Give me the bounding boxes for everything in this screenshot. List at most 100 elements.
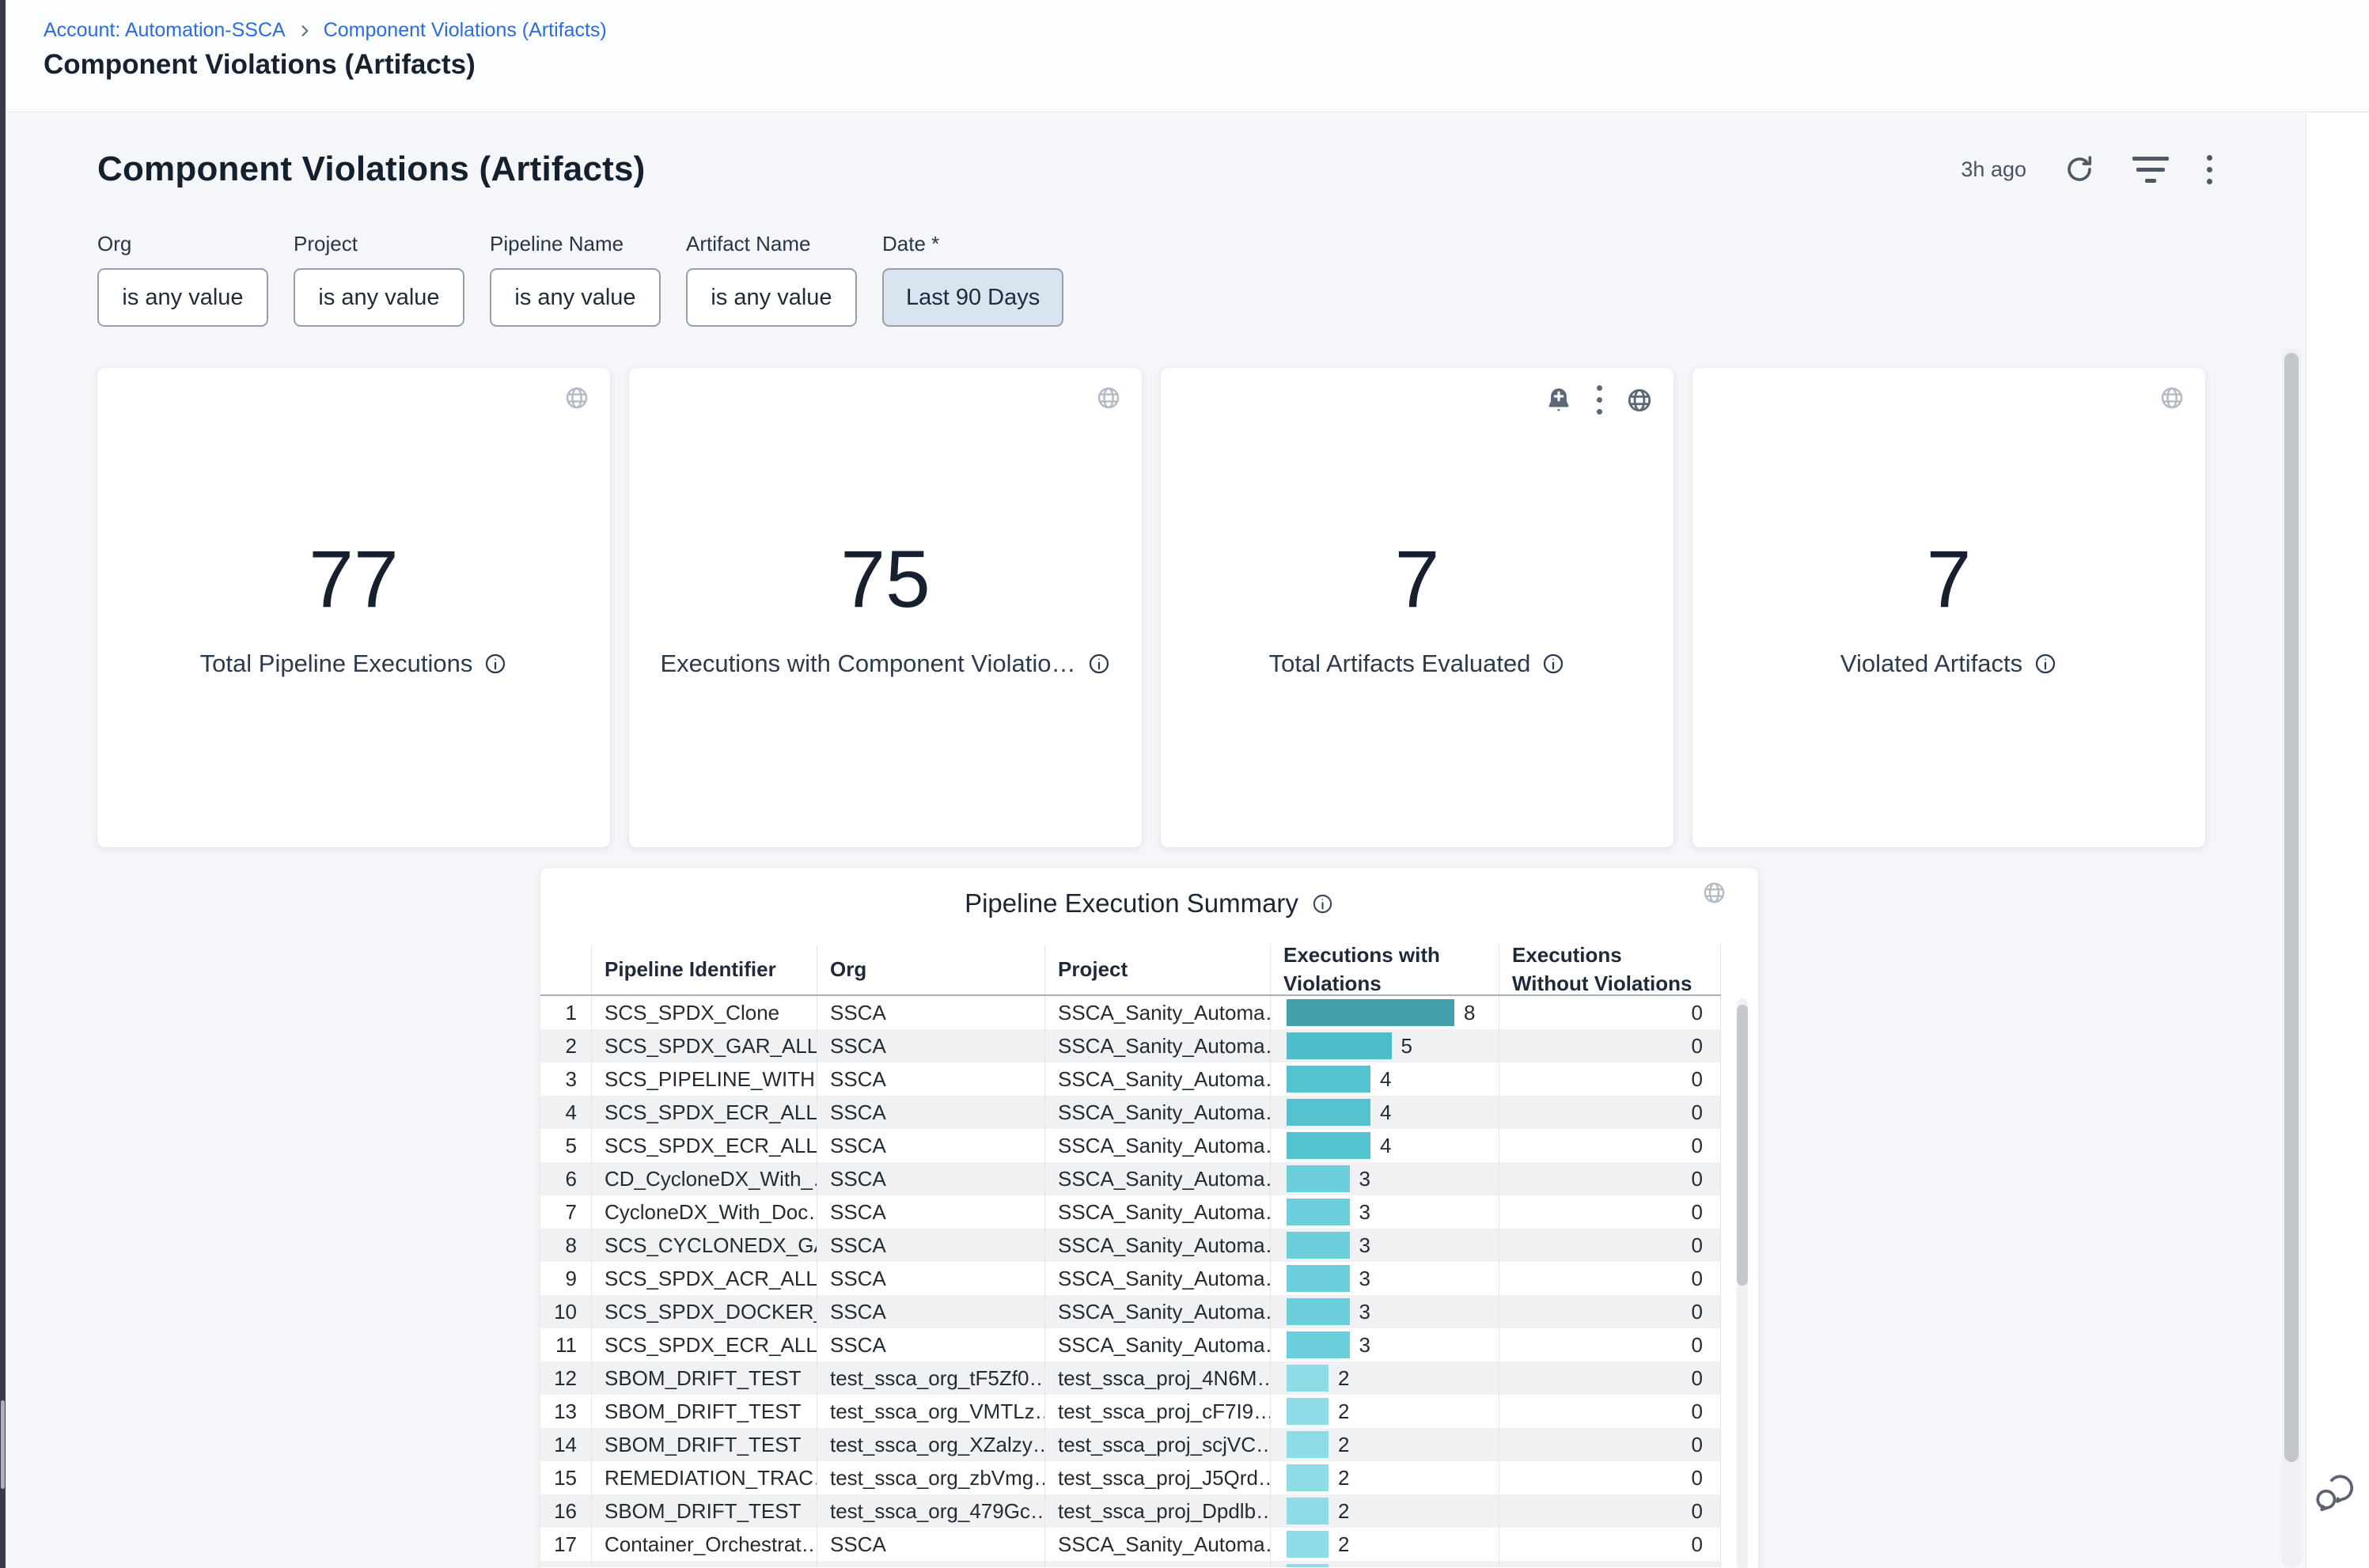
table-row[interactable]: 8 SCS_CYCLONEDX_GA… SSCA SSCA_Sanity_Aut…: [540, 1229, 1721, 1262]
top-header: Account: Automation-SSCA Component Viola…: [6, 0, 2369, 112]
table-row[interactable]: 2 SCS_SPDX_GAR_ALL… SSCA SSCA_Sanity_Aut…: [540, 1029, 1721, 1062]
pipeline-identifier-cell: SCS_PIPELINE_WITH…: [605, 1067, 817, 1092]
table-row[interactable]: 12 SBOM_DRIFT_TEST test_ssca_org_tF5Zf0……: [540, 1362, 1721, 1395]
page-scrollbar-thumb[interactable]: [2284, 353, 2299, 1462]
metric-value: 75: [840, 537, 930, 622]
row-number: 17: [554, 1532, 577, 1557]
without-violations-count: 0: [1692, 1433, 1703, 1457]
filter-project-value-button[interactable]: is any value: [294, 268, 464, 327]
globe-icon[interactable]: [1626, 387, 1653, 414]
without-violations-count: 0: [1692, 1532, 1703, 1557]
without-violations-count: 0: [1692, 1267, 1703, 1291]
violations-count: 3: [1359, 1267, 1370, 1291]
pipeline-identifier-cell: CycloneDX_With_Doc…: [605, 1200, 817, 1225]
pipeline-identifier-cell: SCS_SPDX_DOCKER_…: [605, 1300, 817, 1324]
filter-icon[interactable]: [2132, 157, 2169, 183]
violations-bar: [1287, 1531, 1329, 1558]
violations-count: 4: [1380, 1134, 1391, 1158]
project-cell: SSCA_Sanity_Automa…: [1058, 1267, 1271, 1291]
violations-bar: [1287, 1498, 1329, 1524]
globe-icon[interactable]: [2159, 385, 2185, 411]
info-icon[interactable]: [1311, 892, 1334, 915]
filter-org: Org is any value: [97, 232, 268, 327]
without-violations-count: 0: [1692, 1300, 1703, 1324]
table-row[interactable]: 7 CycloneDX_With_Doc… SSCA SSCA_Sanity_A…: [540, 1195, 1721, 1229]
globe-icon[interactable]: [564, 385, 589, 411]
violations-count: 2: [1338, 1399, 1349, 1424]
pipeline-identifier-header: Pipeline Identifier: [592, 945, 817, 994]
pipeline-identifier-cell: SBOM_DRIFT_TEST: [605, 1399, 801, 1424]
info-icon[interactable]: [2034, 652, 2057, 676]
row-number: 14: [554, 1433, 577, 1457]
without-violations-count: 0: [1692, 1067, 1703, 1092]
info-icon[interactable]: [483, 652, 507, 676]
project-cell: test_ssca_proj_scjVC…: [1058, 1433, 1271, 1457]
breadcrumb-current-link[interactable]: Component Violations (Artifacts): [324, 19, 607, 42]
alert-bell-plus-icon[interactable]: [1545, 386, 1573, 415]
without-violations-count: 0: [1692, 1333, 1703, 1358]
without-violations-count: 0: [1692, 1399, 1703, 1424]
pipeline-identifier-cell: CD_CycloneDX_With_…: [605, 1167, 817, 1191]
violations-bar: [1287, 1032, 1392, 1059]
filter-org-value-button[interactable]: is any value: [97, 268, 268, 327]
org-cell: test_ssca_org_XZalzy…: [830, 1433, 1045, 1457]
without-violations-count: 0: [1692, 1034, 1703, 1059]
project-header: Project: [1045, 945, 1271, 994]
table-row[interactable]: 15 REMEDIATION_TRAC… test_ssca_org_zbVmg…: [540, 1461, 1721, 1494]
filter-artifact-name-value-button[interactable]: is any value: [686, 268, 857, 327]
table-row[interactable]: 13 SBOM_DRIFT_TEST test_ssca_org_VMTLz… …: [540, 1395, 1721, 1428]
table-row[interactable]: 10 SCS_SPDX_DOCKER_… SSCA SSCA_Sanity_Au…: [540, 1295, 1721, 1328]
project-cell: SSCA_Sanity_Automa…: [1058, 1034, 1271, 1059]
kebab-menu-icon[interactable]: [1597, 385, 1602, 415]
row-number: 11: [555, 1333, 577, 1358]
org-cell: SSCA: [830, 1001, 886, 1025]
without-violations-count: 0: [1692, 1366, 1703, 1391]
table-row[interactable]: 14 SBOM_DRIFT_TEST test_ssca_org_XZalzy……: [540, 1428, 1721, 1461]
filter-date: Date * Last 90 Days: [882, 232, 1063, 327]
table-row[interactable]: 3 SCS_PIPELINE_WITH… SSCA SSCA_Sanity_Au…: [540, 1062, 1721, 1096]
violations-bar: [1287, 1331, 1350, 1358]
metric-value: 7: [1927, 537, 1972, 622]
without-violations-count: 0: [1692, 1167, 1703, 1191]
info-icon[interactable]: [1541, 652, 1565, 676]
table-scrollbar-thumb[interactable]: [1737, 1005, 1748, 1286]
pipeline-execution-table: Pipeline Identifier Org Project Executio…: [540, 945, 1721, 1567]
info-icon[interactable]: [1087, 652, 1111, 676]
table-scrollbar: [1737, 998, 1748, 1568]
row-number: 6: [566, 1167, 577, 1191]
row-number: 8: [566, 1233, 577, 1258]
project-cell: SSCA_Sanity_Automa…: [1058, 1532, 1271, 1557]
kebab-menu-icon[interactable]: [2207, 155, 2212, 184]
table-row[interactable]: 5 SCS_SPDX_ECR_ALL_… SSCA SSCA_Sanity_Au…: [540, 1129, 1721, 1162]
violations-bar: [1287, 1365, 1329, 1392]
org-cell: SSCA: [830, 1134, 886, 1158]
globe-icon[interactable]: [1702, 881, 1727, 905]
filter-date-value-button[interactable]: Last 90 Days: [882, 268, 1063, 327]
globe-icon[interactable]: [1096, 385, 1121, 411]
violations-bar: [1287, 999, 1454, 1026]
card-hover-actions: [1545, 385, 1653, 415]
table-row[interactable]: 1 SCS_SPDX_Clone SSCA SSCA_Sanity_Automa…: [540, 996, 1721, 1029]
table-row-partial[interactable]: [540, 1561, 1721, 1567]
pipeline-identifier-cell: SCS_SPDX_GAR_ALL…: [605, 1034, 817, 1059]
panel-title: Pipeline Execution Summary: [965, 888, 1298, 918]
table-row[interactable]: 6 CD_CycloneDX_With_… SSCA SSCA_Sanity_A…: [540, 1162, 1721, 1195]
filter-pipeline-name-value-button[interactable]: is any value: [490, 268, 661, 327]
row-number: 3: [566, 1067, 577, 1092]
pipeline-identifier-cell: SCS_SPDX_ECR_ALL_…: [605, 1100, 817, 1125]
table-row[interactable]: 11 SCS_SPDX_ECR_ALL_… SSCA SSCA_Sanity_A…: [540, 1328, 1721, 1362]
table-row[interactable]: 16 SBOM_DRIFT_TEST test_ssca_org_479Gc… …: [540, 1494, 1721, 1528]
violations-bar: [1287, 1464, 1329, 1491]
org-header: Org: [817, 945, 1045, 994]
project-cell: SSCA_Sanity_Automa…: [1058, 1167, 1271, 1191]
breadcrumb-account-link[interactable]: Account: Automation-SSCA: [44, 19, 286, 42]
left-nav-scrollbar-thumb[interactable]: [1, 1400, 5, 1489]
table-row[interactable]: 17 Container_Orchestrat… SSCA SSCA_Sanit…: [540, 1528, 1721, 1561]
table-row[interactable]: 4 SCS_SPDX_ECR_ALL_… SSCA SSCA_Sanity_Au…: [540, 1096, 1721, 1129]
org-cell: SSCA: [830, 1233, 886, 1258]
support-chat-icon[interactable]: [2312, 1470, 2356, 1517]
row-number: 12: [554, 1366, 577, 1391]
refresh-icon[interactable]: [2064, 154, 2094, 184]
table-row[interactable]: 9 SCS_SPDX_ACR_ALL… SSCA SSCA_Sanity_Aut…: [540, 1262, 1721, 1295]
violations-bar: [1287, 1431, 1329, 1458]
